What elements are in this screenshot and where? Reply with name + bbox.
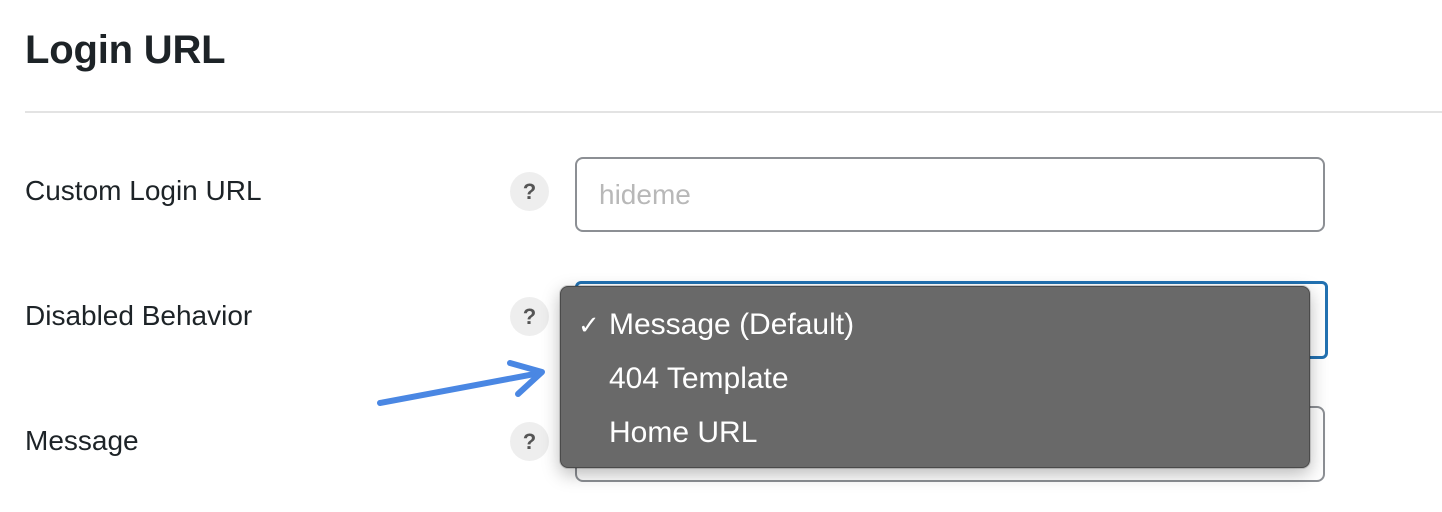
message-label: Message	[25, 425, 139, 456]
dropdown-option-label: Home URL	[609, 416, 758, 449]
dropdown-option-label: 404 Template	[609, 362, 789, 395]
disabled-behavior-help-icon[interactable]: ?	[510, 297, 549, 336]
dropdown-option-message-default[interactable]: ✓ Message (Default)	[561, 298, 1309, 352]
disabled-behavior-dropdown-menu: ✓ Message (Default) 404 Template Home UR…	[560, 286, 1310, 468]
disabled-behavior-label: Disabled Behavior	[25, 300, 253, 331]
divider	[25, 111, 1442, 113]
dropdown-option-404-template[interactable]: 404 Template	[561, 352, 1309, 406]
checkmark-icon: ✓	[578, 310, 600, 340]
message-help-icon[interactable]: ?	[510, 422, 549, 461]
dropdown-option-label: Message (Default)	[609, 308, 855, 341]
annotation-arrow-icon	[377, 360, 545, 406]
custom-login-url-input[interactable]	[575, 157, 1325, 232]
page-title: Login URL	[25, 28, 226, 72]
custom-login-url-help-icon[interactable]: ?	[510, 172, 549, 211]
custom-login-url-label: Custom Login URL	[25, 175, 262, 206]
dropdown-option-home-url[interactable]: Home URL	[561, 406, 1309, 460]
